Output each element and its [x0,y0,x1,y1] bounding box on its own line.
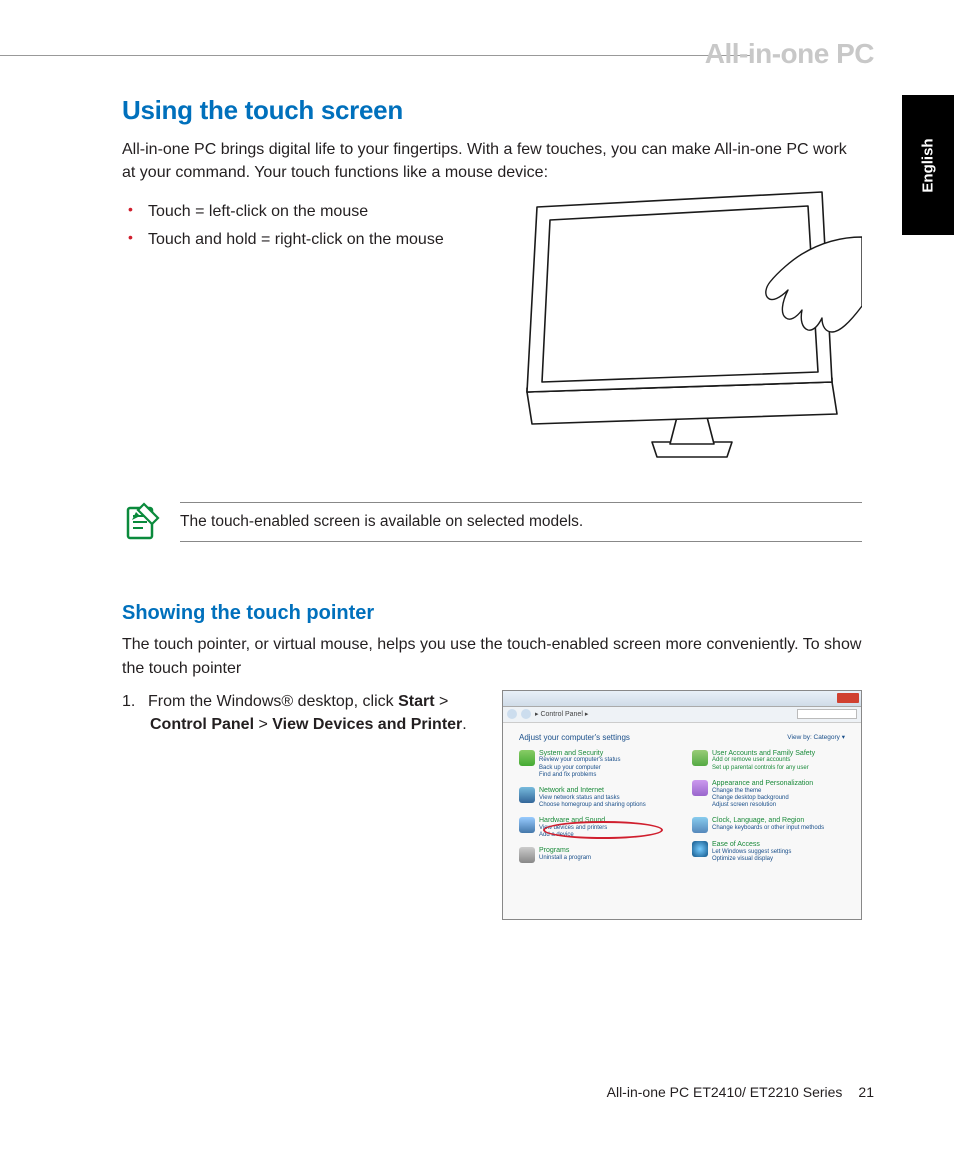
cp-category: User Accounts and Family SafetyAdd or re… [692,750,845,772]
appearance-icon [692,780,708,796]
step-bold-start: Start [398,693,434,710]
ease-access-icon [692,841,708,857]
step-sep: > [254,716,272,733]
user-accounts-icon [692,750,708,766]
window-titlebar [503,691,861,707]
cp-right-col: User Accounts and Family SafetyAdd or re… [692,750,845,863]
window-toolbar: ▸ Control Panel ▸ [503,707,861,723]
network-icon [519,787,535,803]
nav-back-icon [507,709,517,719]
breadcrumb: ▸ Control Panel ▸ [535,710,588,718]
step-sep: > [435,693,449,710]
cp-heading-row: Adjust your computer's settings View by:… [519,733,845,742]
highlight-oval [543,821,663,839]
step-text: 1.From the Windows® desktop, click Start… [122,690,484,736]
nav-fwd-icon [521,709,531,719]
step-prefix: From the Windows® desktop, click [148,693,398,710]
page-content: Using the touch screen All-in-one PC bri… [122,95,862,920]
cp-body: Adjust your computer's settings View by:… [503,723,861,873]
page-footer: All-in-one PC ET2410/ ET2210 Series 21 [607,1084,874,1100]
close-icon [837,693,859,703]
cp-view-by: View by: Category ▾ [787,733,845,742]
subsection-heading: Showing the touch pointer [122,602,862,625]
bullet-item: Touch = left-click on the mouse [148,198,482,225]
cp-category: System and SecurityReview your computer'… [519,750,672,779]
cp-category: Appearance and PersonalizationChange the… [692,780,845,809]
touch-row: Touch = left-click on the mouse Touch an… [122,192,862,482]
system-security-icon [519,750,535,766]
bullet-item: Touch and hold = right-click on the mous… [148,226,482,253]
footer-product: All-in-one PC ET2410/ ET2210 Series [607,1084,843,1100]
note-icon [122,502,162,542]
note-block: The touch-enabled screen is available on… [122,502,862,542]
language-label: English [920,138,937,192]
clock-region-icon [692,817,708,833]
cp-category: Clock, Language, and RegionChange keyboa… [692,817,845,833]
header-rule [0,55,750,56]
cp-heading: Adjust your computer's settings [519,733,630,742]
touch-bullets-wrap: Touch = left-click on the mouse Touch an… [122,192,482,252]
control-panel-screenshot: ▸ Control Panel ▸ Adjust your computer's… [502,690,862,920]
subsection-intro: The touch pointer, or virtual mouse, hel… [122,633,862,679]
series-label: All-in-one PC [705,38,874,70]
page-number: 21 [858,1084,874,1100]
step-suffix: . [462,716,466,733]
bullet-list: Touch = left-click on the mouse Touch an… [122,198,482,252]
hardware-icon [519,817,535,833]
step-number: 1. [122,690,148,713]
cp-category: Ease of AccessLet Windows suggest settin… [692,841,845,863]
cp-category: Network and InternetView network status … [519,787,672,809]
section-heading: Using the touch screen [122,95,862,126]
search-box [797,709,857,719]
step-bold-devices: View Devices and Printer [272,716,462,733]
programs-icon [519,847,535,863]
step-row: 1.From the Windows® desktop, click Start… [122,690,862,920]
cp-left-col: System and SecurityReview your computer'… [519,750,672,863]
section-intro: All-in-one PC brings digital life to you… [122,138,862,184]
step-bold-cp: Control Panel [150,716,254,733]
monitor-touch-illustration [502,182,862,482]
cp-category: ProgramsUninstall a program [519,847,672,863]
note-text: The touch-enabled screen is available on… [180,502,862,542]
language-tab: English [902,95,954,235]
